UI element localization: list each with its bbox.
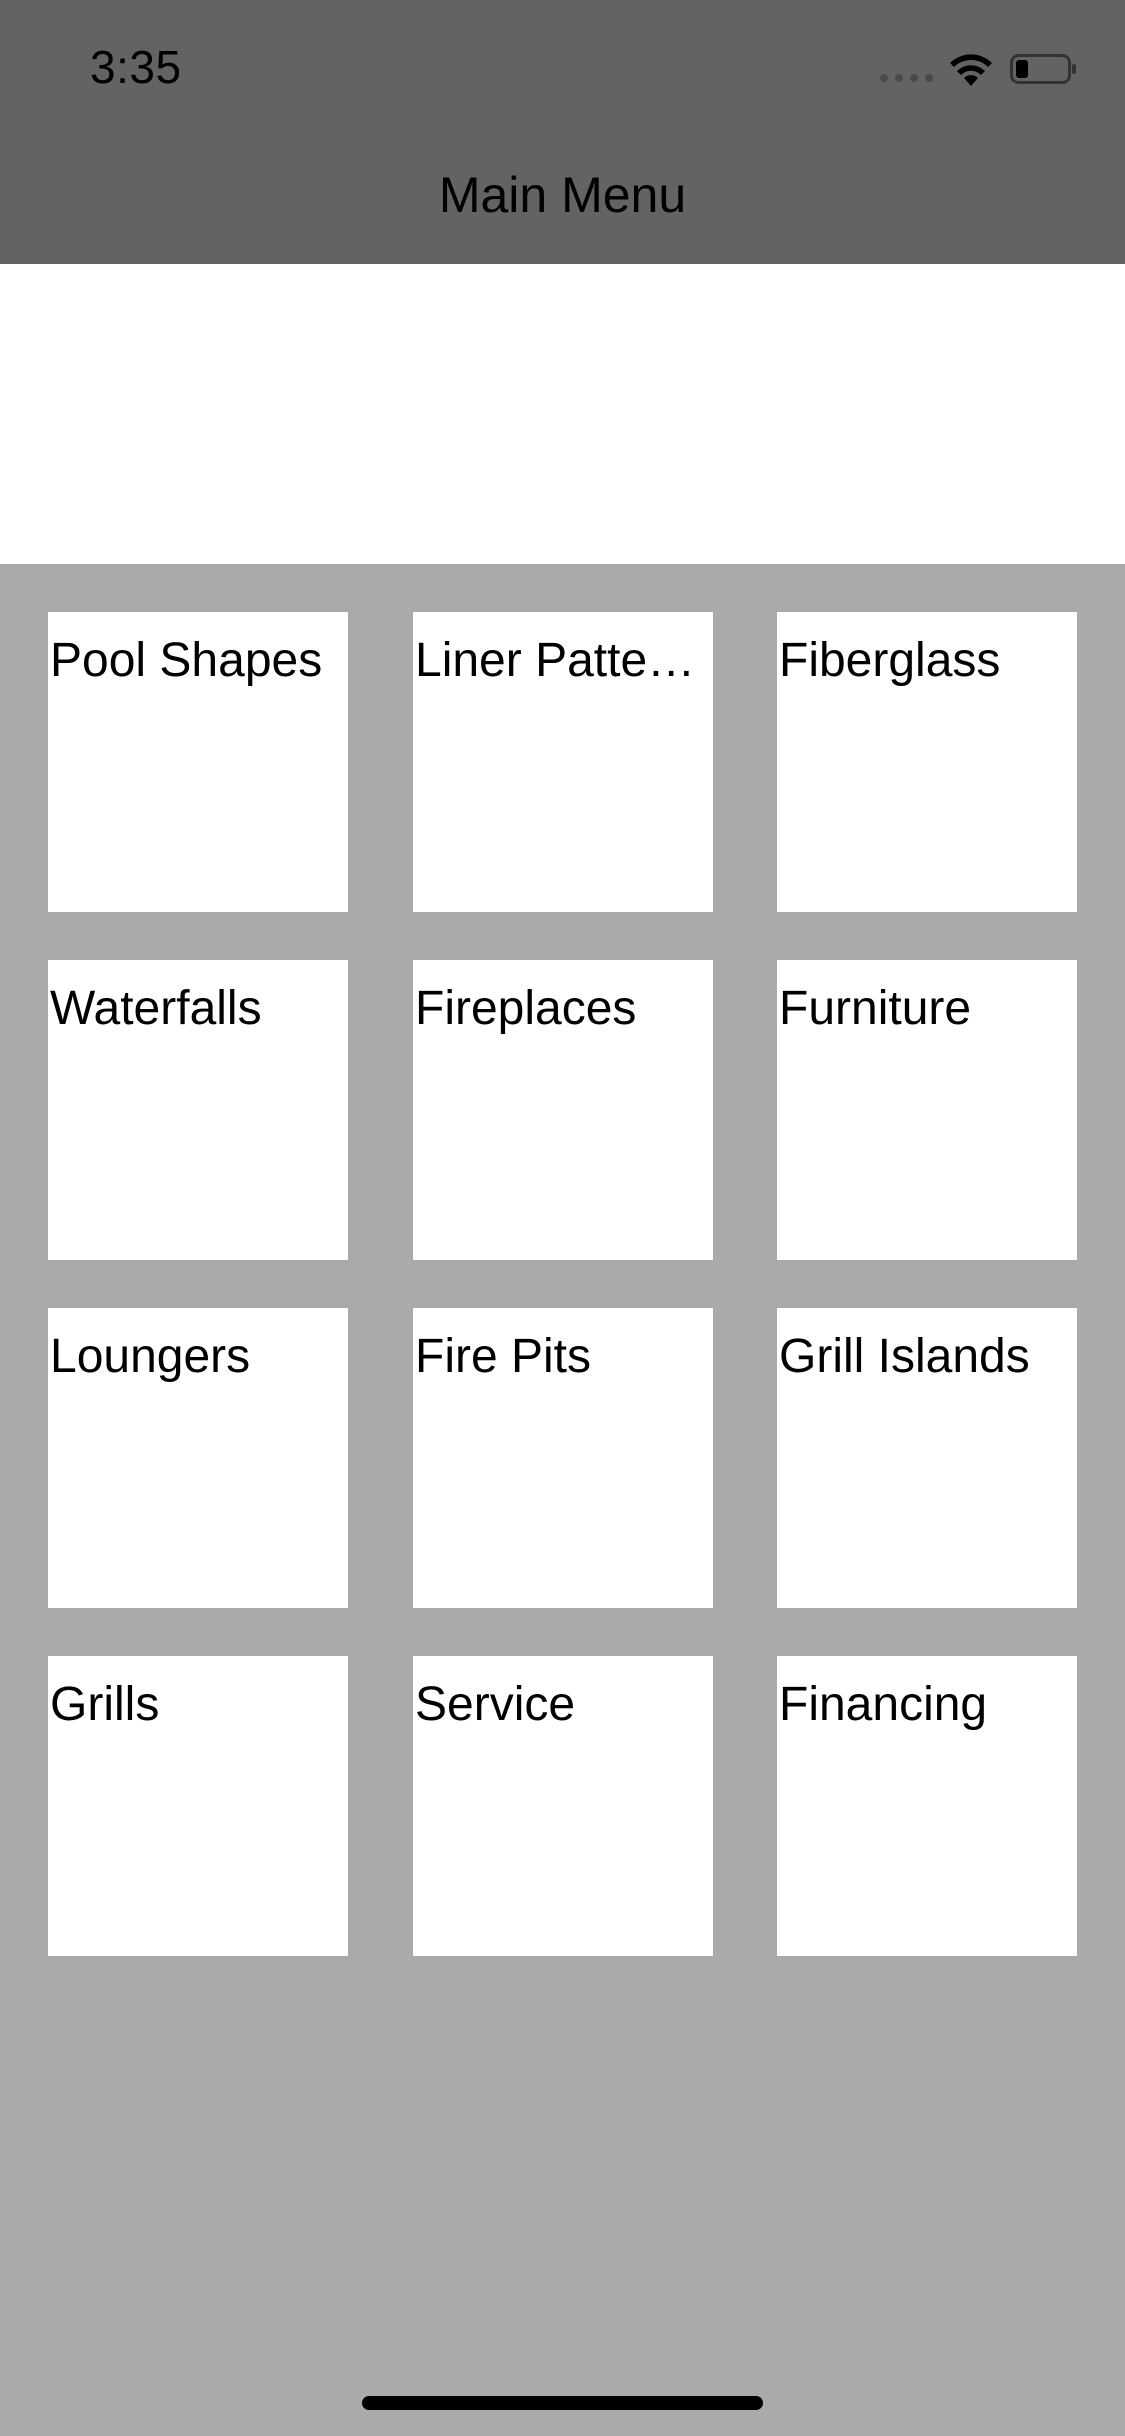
menu-tile-financing[interactable]: Financing <box>777 1656 1077 1956</box>
home-indicator[interactable] <box>362 2396 763 2410</box>
menu-tile-fireplaces[interactable]: Fireplaces <box>413 960 713 1260</box>
menu-tile-pool-shapes[interactable]: Pool Shapes <box>48 612 348 912</box>
menu-tile-label: Grill Islands <box>779 1330 1030 1383</box>
menu-tile-label: Fire Pits <box>415 1330 592 1383</box>
menu-tile-label: Service <box>415 1678 576 1731</box>
menu-tile-label: Fireplaces <box>415 982 637 1035</box>
menu-tile-label: Waterfalls <box>50 982 262 1035</box>
menu-tile-label: Financing <box>779 1678 988 1731</box>
battery-icon <box>1010 54 1076 84</box>
menu-tile-label: Loungers <box>50 1330 251 1383</box>
wifi-icon <box>950 54 992 86</box>
navigation-bar: 3:35 Main Menu <box>0 0 1125 264</box>
menu-tile-label: Fiberglass <box>779 634 1001 687</box>
menu-tile-waterfalls[interactable]: Waterfalls <box>48 960 348 1260</box>
cellular-signal-icon <box>880 74 934 84</box>
menu-tile-grill-islands[interactable]: Grill Islands <box>777 1308 1077 1608</box>
page-title: Main Menu <box>438 167 687 223</box>
menu-tile-service[interactable]: Service <box>413 1656 713 1956</box>
menu-tile-label: Furniture <box>779 982 972 1035</box>
menu-tile-loungers[interactable]: Loungers <box>48 1308 348 1608</box>
menu-tile-fiberglass[interactable]: Fiberglass <box>777 612 1077 912</box>
menu-tile-liner-patterns[interactable]: Liner Patterns <box>413 612 713 912</box>
menu-tile-furniture[interactable]: Furniture <box>777 960 1077 1260</box>
banner-area <box>0 264 1125 564</box>
main-menu-screen: 3:35 Main Menu Pool Shapes Liner Pattern… <box>0 0 1125 2436</box>
status-time: 3:35 <box>90 41 182 93</box>
menu-tile-label: Grills <box>50 1678 160 1731</box>
menu-tile-grills[interactable]: Grills <box>48 1656 348 1956</box>
menu-tile-label: Pool Shapes <box>50 634 323 687</box>
menu-tile-fire-pits[interactable]: Fire Pits <box>413 1308 713 1608</box>
menu-tile-label: Liner Patterns <box>415 634 711 687</box>
